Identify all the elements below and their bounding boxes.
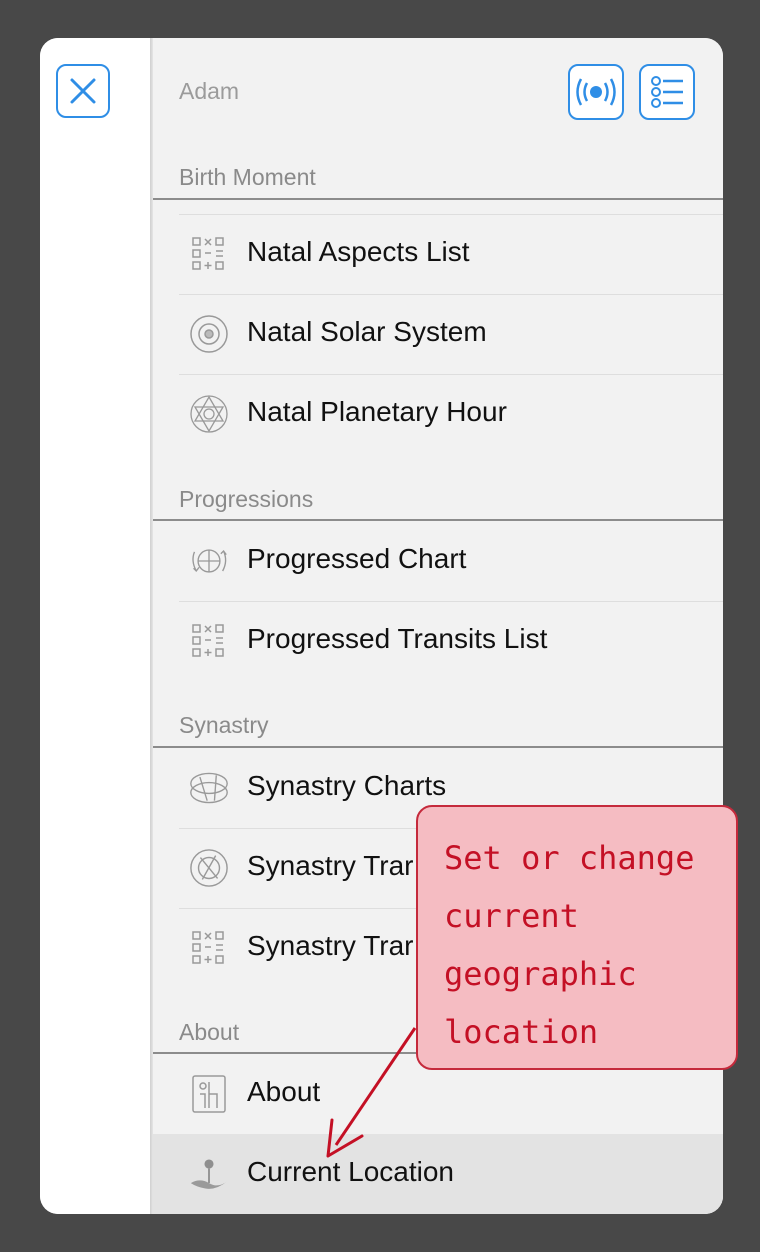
broadcast-button[interactable]	[568, 64, 624, 120]
aspects-grid-icon	[189, 234, 229, 274]
section-divider	[153, 198, 723, 200]
row-separator	[179, 294, 723, 295]
annotation-callout: Set or change current geographic locatio…	[416, 805, 738, 1070]
section-birth-moment: Birth Moment	[179, 164, 316, 190]
menu-item-natal-aspects-list[interactable]: Natal Aspects List	[153, 214, 723, 294]
menu-item-current-location[interactable]: Current Location	[153, 1134, 723, 1214]
broadcast-icon	[576, 78, 616, 106]
row-separator	[179, 601, 723, 602]
menu-item-natal-planetary-hour[interactable]: Natal Planetary Hour	[153, 374, 723, 454]
close-icon	[70, 78, 96, 104]
aspects-grid-icon	[189, 928, 229, 968]
callout-line: Set or change	[444, 839, 695, 877]
aspects-grid-icon	[189, 621, 229, 661]
menu-item-label: Progressed Transits List	[247, 623, 548, 654]
synastry-charts-icon	[189, 768, 229, 808]
list-icon	[651, 76, 683, 108]
list-button[interactable]	[639, 64, 695, 120]
section-synastry: Synastry	[179, 712, 269, 738]
info-icon	[189, 1074, 229, 1114]
close-button[interactable]	[56, 64, 110, 118]
menu-item-label: About	[247, 1076, 321, 1107]
callout-line: geographic	[444, 955, 637, 993]
callout-line: current	[444, 897, 579, 935]
menu-item-label: Natal Aspects List	[247, 236, 470, 267]
menu-item-label: Synastry Trar	[247, 850, 414, 881]
menu-item-label: Synastry Trar	[247, 930, 414, 961]
progressed-chart-icon	[189, 541, 229, 581]
row-separator	[179, 214, 723, 215]
user-name: Adam	[179, 78, 240, 104]
menu-item-label: Current Location	[247, 1156, 455, 1187]
menu-item-label: Natal Planetary Hour	[247, 396, 507, 427]
menu-item-natal-solar-system[interactable]: Natal Solar System	[153, 294, 723, 374]
row-separator	[179, 374, 723, 375]
synastry-transits-icon	[189, 848, 229, 888]
callout-line: location	[444, 1013, 599, 1051]
left-column	[40, 38, 150, 1214]
menu-item-label: Synastry Charts	[247, 770, 447, 801]
menu-item-progressed-transits-list[interactable]: Progressed Transits List	[153, 601, 723, 681]
section-progressions: Progressions	[179, 486, 314, 512]
location-pin-icon	[189, 1154, 229, 1194]
solar-system-icon	[189, 314, 229, 354]
menu-item-progressed-chart[interactable]: Progressed Chart	[153, 521, 723, 601]
section-about: About	[179, 1019, 240, 1045]
menu-item-label: Natal Solar System	[247, 316, 487, 347]
menu-item-label: Progressed Chart	[247, 543, 467, 574]
planetary-hour-icon	[189, 394, 229, 434]
